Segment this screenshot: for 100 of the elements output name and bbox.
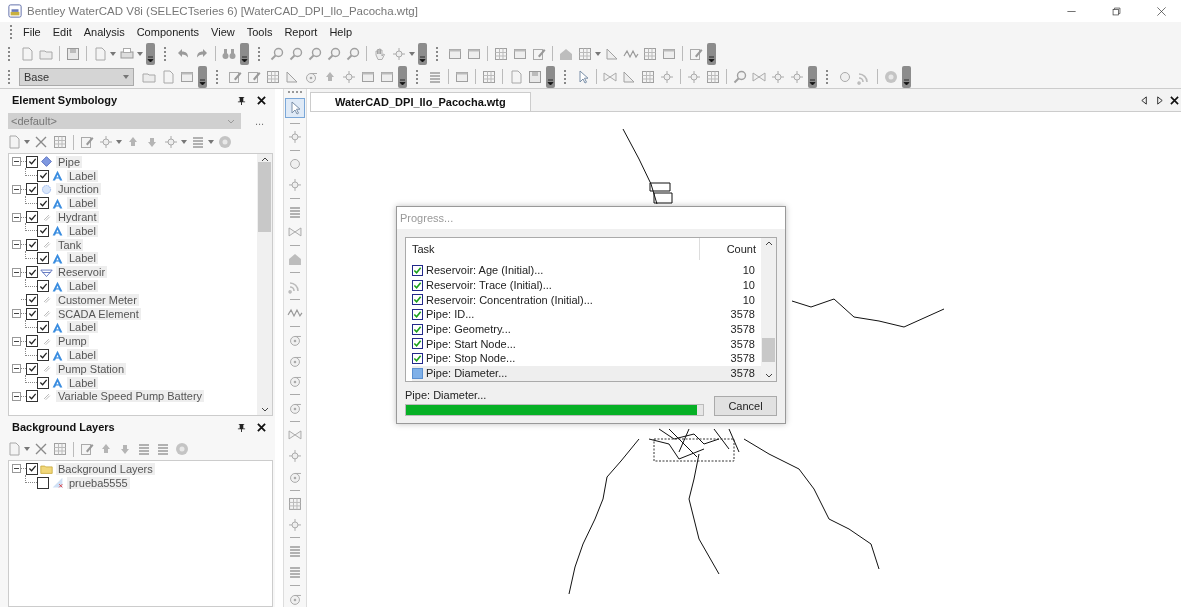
cross-icon[interactable] <box>33 441 49 457</box>
scroll-left-icon[interactable] <box>1140 95 1149 105</box>
tree-item[interactable]: Pipe <box>56 155 83 168</box>
chevron-icon[interactable] <box>227 118 235 124</box>
checkbox[interactable] <box>26 211 38 224</box>
checkbox[interactable] <box>37 349 49 362</box>
pencil-icon[interactable] <box>79 134 95 150</box>
tree-item[interactable]: Hydrant <box>56 211 99 224</box>
magnifier-icon[interactable] <box>307 45 323 62</box>
grid-icon[interactable] <box>265 68 281 85</box>
close-icon[interactable] <box>257 422 266 432</box>
checkbox[interactable] <box>37 280 49 293</box>
checkbox[interactable] <box>26 307 38 320</box>
pin-icon[interactable] <box>237 95 246 105</box>
toolbar-overflow-icon[interactable] <box>808 65 817 88</box>
document-tab[interactable]: WaterCAD_DPI_Ilo_Pacocha.wtg <box>310 92 531 111</box>
grid-icon[interactable] <box>481 68 497 85</box>
checkbox[interactable] <box>26 183 38 196</box>
expand-toggle[interactable] <box>12 185 21 194</box>
tree-item[interactable]: prueba5555 <box>67 476 130 489</box>
checkbox[interactable] <box>37 476 49 489</box>
printer-icon[interactable] <box>119 45 135 62</box>
checkbox[interactable] <box>26 155 38 168</box>
tree-item[interactable]: Label <box>67 321 98 334</box>
list-icon[interactable] <box>190 134 206 150</box>
table-row[interactable]: Reservoir: Age (Initial)... 10 <box>412 263 761 278</box>
node-icon[interactable] <box>98 134 114 150</box>
table-row[interactable]: Reservoir: Trace (Initial)... 10 <box>412 277 761 293</box>
list-icon[interactable] <box>287 564 303 581</box>
node-icon[interactable] <box>287 176 303 193</box>
table-row[interactable]: Reservoir: Concentration (Initial)... 10 <box>412 292 761 308</box>
house-icon[interactable] <box>287 251 303 268</box>
cancel-button[interactable]: Cancel <box>714 396 777 416</box>
node-icon[interactable] <box>163 134 179 150</box>
tree-item[interactable]: Background Layers <box>56 462 155 475</box>
page-icon[interactable] <box>6 441 22 457</box>
menu-item[interactable]: Edit <box>52 26 72 38</box>
node-icon[interactable] <box>391 45 407 62</box>
checkbox[interactable] <box>26 462 38 475</box>
tree-item[interactable]: Label <box>67 252 98 265</box>
checkbox[interactable] <box>26 238 38 251</box>
tree-item[interactable]: Reservoir <box>56 266 108 279</box>
menu-item[interactable]: View <box>211 26 235 38</box>
magnifier-icon[interactable] <box>326 45 342 62</box>
toolbar-overflow-icon[interactable] <box>198 65 207 88</box>
node-icon[interactable] <box>659 68 675 85</box>
scrollbar-thumb[interactable] <box>258 162 271 232</box>
toolbar-overflow-icon[interactable] <box>546 65 555 88</box>
magnifier-icon[interactable] <box>288 45 304 62</box>
expand-toggle[interactable] <box>12 336 21 346</box>
hand-icon[interactable] <box>372 45 388 62</box>
expand-toggle[interactable] <box>12 364 21 374</box>
cross-icon[interactable] <box>33 134 49 150</box>
caret-icon[interactable] <box>137 51 143 56</box>
chevron-up-icon[interactable] <box>764 241 773 246</box>
checkbox[interactable] <box>26 390 38 403</box>
checkbox[interactable] <box>37 376 49 389</box>
menu-item[interactable]: Help <box>329 26 353 38</box>
tree-item[interactable]: Customer Meter <box>56 293 139 306</box>
tree-item[interactable]: Label <box>67 280 98 293</box>
column-header[interactable]: Task <box>412 238 699 260</box>
scroll-right-icon[interactable] <box>1155 95 1164 105</box>
scrollbar-thumb[interactable] <box>762 338 775 362</box>
restore-icon[interactable] <box>1111 5 1122 17</box>
list-icon[interactable] <box>136 441 152 457</box>
page-icon[interactable] <box>19 45 35 62</box>
magnifier-icon[interactable] <box>732 68 748 85</box>
node-icon[interactable] <box>789 68 805 85</box>
menu-item[interactable]: File <box>23 26 41 38</box>
tree-item[interactable]: Variable Speed Pump Battery <box>56 390 205 403</box>
tree-item[interactable]: Label <box>67 169 98 182</box>
caret-icon[interactable] <box>24 140 30 144</box>
toolbar-overflow-icon[interactable] <box>418 42 427 65</box>
grid-icon[interactable] <box>493 45 509 62</box>
menu-item[interactable]: Report <box>284 26 318 38</box>
scrollbar[interactable] <box>257 154 272 415</box>
close-icon[interactable] <box>1170 95 1179 105</box>
menu-item[interactable]: Analysis <box>83 26 125 38</box>
list-icon[interactable] <box>155 441 171 457</box>
checkbox[interactable] <box>26 335 38 348</box>
table-row[interactable]: Pipe: Diameter... 3578 <box>412 365 761 381</box>
pin-icon[interactable] <box>237 422 246 432</box>
caret-icon[interactable] <box>123 74 129 79</box>
tree-item[interactable]: Junction <box>56 183 101 196</box>
checkbox[interactable] <box>37 169 49 182</box>
expand-toggle[interactable] <box>12 464 21 474</box>
pencil-icon[interactable] <box>79 441 95 457</box>
checkbox[interactable] <box>26 362 38 375</box>
tree-item[interactable]: Pump Station <box>56 362 127 375</box>
checkbox[interactable] <box>37 252 49 265</box>
caret-icon[interactable] <box>409 51 415 56</box>
expand-toggle[interactable] <box>12 212 21 222</box>
node-icon[interactable] <box>287 129 303 145</box>
menu-item[interactable]: Components <box>136 26 200 38</box>
more-button[interactable]: ... <box>255 115 265 127</box>
checkbox[interactable] <box>26 266 38 279</box>
tree-item[interactable]: Tank <box>56 238 84 251</box>
magnifier-icon[interactable] <box>269 45 285 62</box>
node-icon[interactable] <box>686 68 702 85</box>
tree-item[interactable]: Pump <box>56 335 89 348</box>
